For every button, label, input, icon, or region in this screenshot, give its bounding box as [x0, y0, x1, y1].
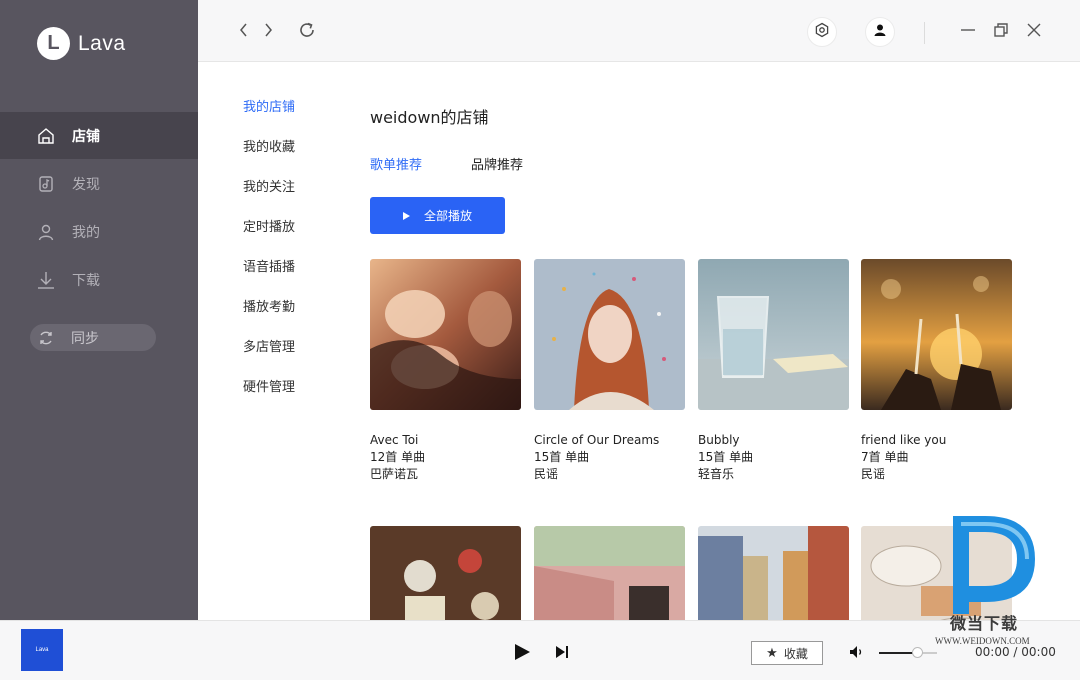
- logo-mark: L: [37, 27, 70, 60]
- playlist-card[interactable]: Bubbly 15首 单曲 轻音乐: [698, 259, 849, 483]
- forward-icon[interactable]: [258, 20, 278, 40]
- playlist-card[interactable]: [698, 526, 849, 620]
- sidebar: L Lava 店铺 发现 我的 下载 同步: [0, 0, 198, 620]
- playlist-cover: [534, 259, 685, 410]
- playlist-title: friend like you: [861, 433, 947, 447]
- sidebar-item-discover[interactable]: 发现: [0, 160, 198, 207]
- playlist-card[interactable]: Circle of Our Dreams 15首 单曲 民谣: [534, 259, 685, 483]
- playlist-card[interactable]: [370, 526, 521, 620]
- submenu-item-my-store[interactable]: 我的店铺: [243, 100, 295, 140]
- favorite-button[interactable]: ★ 收藏: [751, 641, 823, 665]
- playlist-card[interactable]: Avec Toi 12首 单曲 巴萨诺瓦: [370, 259, 521, 483]
- playlist-count: 7首 单曲: [861, 450, 909, 464]
- playlist-cover: [698, 259, 849, 410]
- now-playing-cover[interactable]: Lava: [21, 629, 63, 671]
- playlist-cover: [370, 259, 521, 410]
- submenu-item-voice-insert[interactable]: 语音插播: [243, 260, 295, 300]
- store-submenu: 我的店铺 我的收藏 我的关注 定时播放 语音插播 播放考勤 多店管理 硬件管理: [243, 100, 295, 420]
- play-icon: [402, 211, 410, 220]
- app-name: Lava: [78, 31, 126, 55]
- play-all-button[interactable]: 全部播放: [370, 197, 505, 234]
- watermark-text: 微当下载: [950, 614, 1019, 633]
- playlist-title: Circle of Our Dreams: [534, 433, 660, 447]
- store-icon: [37, 127, 55, 145]
- submenu-item-favorites[interactable]: 我的收藏: [243, 140, 295, 180]
- tab-playlist-recommend[interactable]: 歌单推荐: [370, 154, 422, 173]
- back-icon[interactable]: [234, 20, 254, 40]
- settings-button[interactable]: [807, 17, 837, 47]
- volume-slider-handle[interactable]: [912, 647, 923, 658]
- playlist-genre: 民谣: [534, 467, 559, 481]
- account-button[interactable]: [865, 17, 895, 47]
- playlist-cover: [534, 526, 685, 620]
- sidebar-item-store[interactable]: 店铺: [0, 112, 198, 159]
- playlist-genre: 民谣: [861, 467, 886, 481]
- page-title: weidown的店铺: [370, 108, 489, 127]
- playlist-count: 15首 单曲: [698, 450, 754, 464]
- download-icon: [37, 271, 55, 289]
- playlist-genre: 巴萨诺瓦: [370, 467, 419, 481]
- app-window: L Lava 店铺 发现 我的 下载 同步 我的店铺 我的收藏 我的关注 定时播…: [0, 0, 1080, 680]
- playlist-card[interactable]: friend like you 7首 单曲 民谣: [861, 259, 1012, 483]
- sidebar-item-label: 我的: [72, 224, 100, 241]
- playlist-cover: [861, 259, 1012, 410]
- star-icon: ★: [766, 645, 778, 661]
- sidebar-item-label: 店铺: [72, 128, 100, 145]
- submenu-item-attendance[interactable]: 播放考勤: [243, 300, 295, 340]
- sidebar-item-mine[interactable]: 我的: [0, 208, 198, 255]
- player-bar: Lava ★ 收藏 00:00 / 00:00: [0, 620, 1080, 680]
- sync-label: 同步: [71, 330, 99, 347]
- tab-brand-recommend[interactable]: 品牌推荐: [471, 154, 523, 173]
- mini-cover-label: Lava: [35, 647, 49, 653]
- app-logo: L Lava: [37, 27, 126, 60]
- playlist-title: Avec Toi: [370, 433, 419, 447]
- minimize-icon[interactable]: [958, 20, 978, 40]
- divider: [924, 22, 925, 44]
- play-icon[interactable]: [512, 642, 532, 662]
- playlist-genre: 轻音乐: [698, 467, 735, 481]
- refresh-icon[interactable]: [297, 20, 317, 40]
- playlist-card[interactable]: [534, 526, 685, 620]
- user-icon: [37, 223, 55, 241]
- play-all-label: 全部播放: [423, 209, 472, 223]
- discover-icon: [37, 175, 55, 193]
- playlist-cover: [698, 526, 849, 620]
- close-icon[interactable]: [1024, 20, 1044, 40]
- submenu-item-multi-store[interactable]: 多店管理: [243, 340, 295, 380]
- top-bar: [198, 0, 1080, 62]
- playlist-cover: [370, 526, 521, 620]
- volume-icon[interactable]: [848, 644, 866, 660]
- sidebar-item-label: 发现: [72, 176, 100, 193]
- favorite-label: 收藏: [783, 646, 808, 661]
- submenu-item-scheduled-play[interactable]: 定时播放: [243, 220, 295, 260]
- playlist-title: Bubbly: [698, 433, 740, 447]
- playlist-count: 15首 单曲: [534, 450, 590, 464]
- sidebar-item-label: 下载: [72, 272, 100, 289]
- next-track-icon[interactable]: [553, 643, 571, 661]
- restore-icon[interactable]: [991, 20, 1011, 40]
- sync-icon: [38, 330, 54, 346]
- sidebar-item-download[interactable]: 下载: [0, 256, 198, 303]
- submenu-item-hardware[interactable]: 硬件管理: [243, 380, 295, 420]
- submenu-item-following[interactable]: 我的关注: [243, 180, 295, 220]
- sync-button[interactable]: 同步: [30, 324, 156, 351]
- watermark-url: WWW.WEIDOWN.COM: [935, 636, 1030, 646]
- playlist-count: 12首 单曲: [370, 450, 426, 464]
- settings-icon: [814, 22, 830, 42]
- account-icon: [872, 22, 888, 42]
